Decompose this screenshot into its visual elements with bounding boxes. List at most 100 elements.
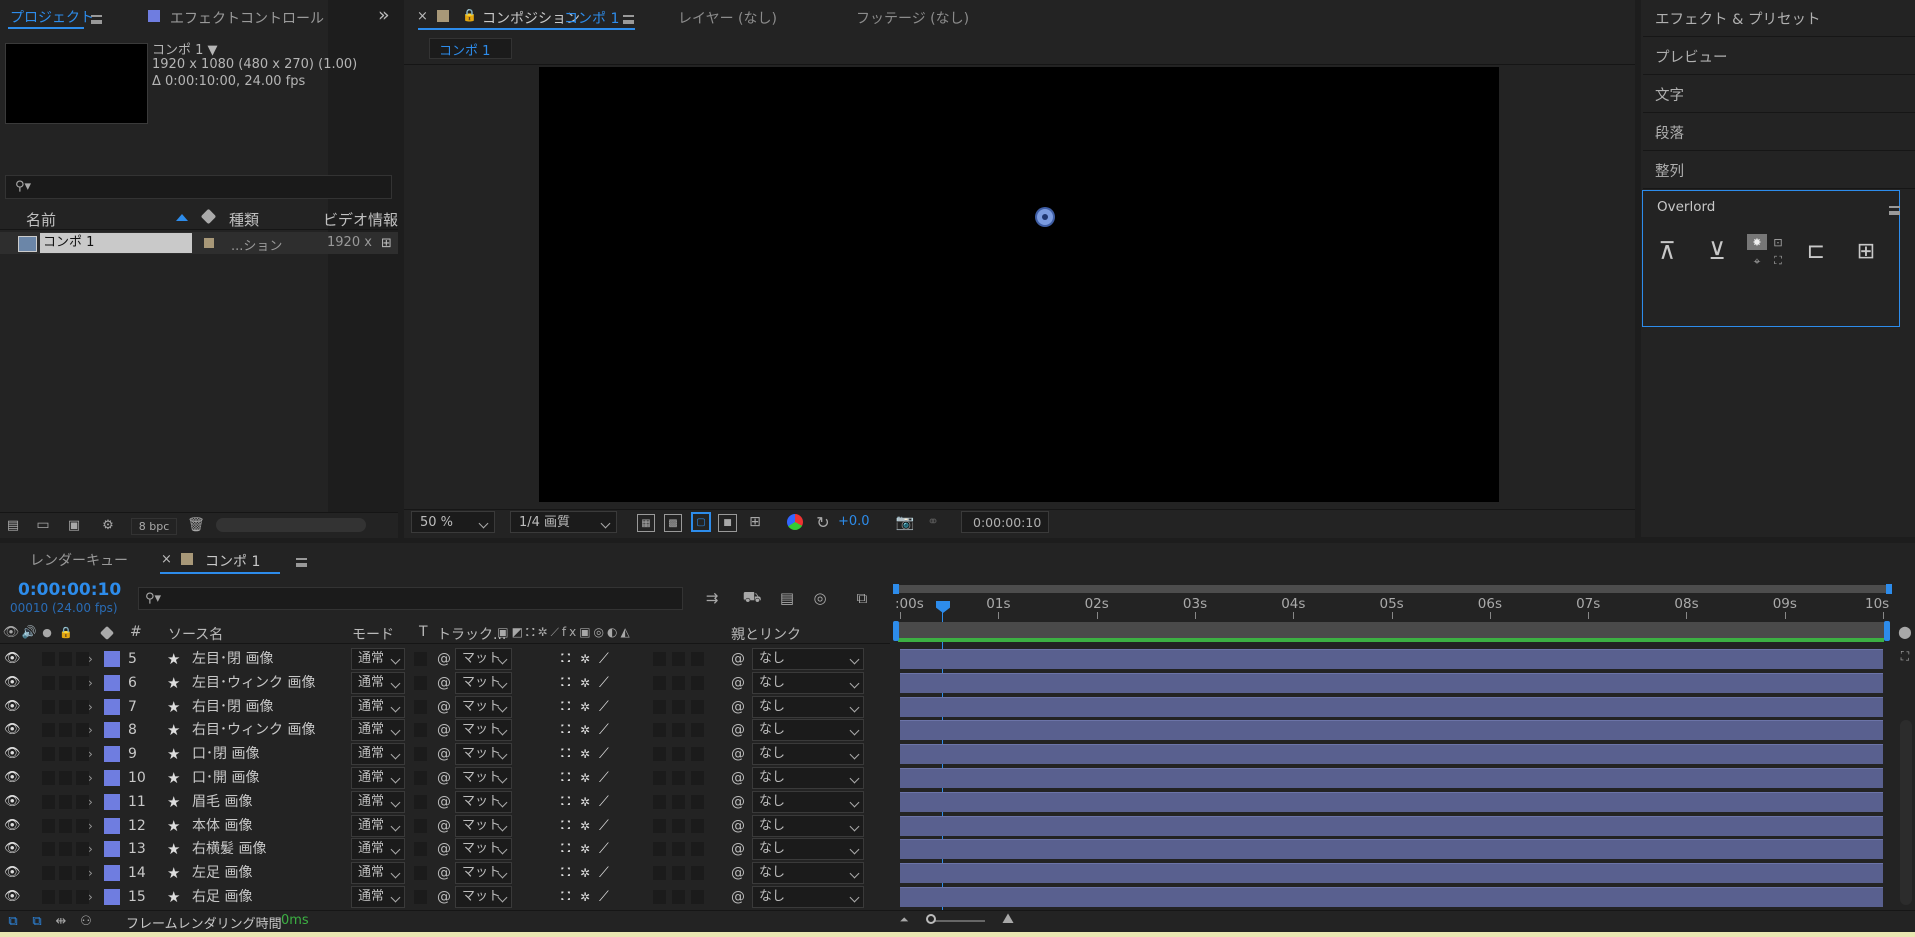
parent-pickwhip-icon[interactable]: @ [731, 766, 745, 790]
shy-switch-icon[interactable]: ⛚ [561, 885, 570, 909]
shy-switch-icon[interactable]: ⛚ [561, 790, 570, 814]
expand-chevron-icon[interactable]: › [88, 647, 93, 671]
interpret-footage-icon[interactable]: ▤ [3, 517, 23, 533]
track-matte-pickwhip-icon[interactable]: @ [437, 861, 451, 885]
timeline-menu-icon[interactable] [295, 558, 307, 567]
effect-switch[interactable] [653, 842, 666, 857]
timeline-zoom-thumb[interactable] [926, 914, 936, 924]
label-color-swatch[interactable] [104, 746, 120, 763]
effect-switch[interactable] [653, 747, 666, 762]
effect-switch[interactable] [653, 699, 666, 714]
work-area-start-handle[interactable] [893, 584, 899, 594]
expand-chevron-icon[interactable]: › [88, 671, 93, 695]
comp-marker-bin-icon[interactable]: ⬤ [1897, 624, 1913, 640]
adjustment-switch[interactable] [672, 818, 685, 833]
track-matte-dropdown[interactable]: マット [455, 743, 512, 766]
overlord-push-up-icon[interactable]: ⊼ [1651, 236, 1683, 266]
layer-name[interactable]: 眉毛 画像 [192, 790, 252, 814]
adjustment-switch[interactable] [672, 771, 685, 785]
shy-layers-icon[interactable]: ▤ [775, 588, 799, 608]
layer-duration-bar[interactable] [900, 649, 1883, 669]
toggle-render-time-icon[interactable]: ⚇ [76, 912, 96, 930]
work-area-end-handle[interactable] [1886, 584, 1892, 594]
blend-mode-dropdown[interactable]: 通常 [351, 886, 405, 908]
layer-name[interactable]: 左目･閉 画像 [192, 647, 273, 671]
expand-chevron-icon[interactable]: › [88, 885, 93, 909]
adjustment-switch[interactable] [672, 652, 685, 666]
track-matte-dropdown[interactable]: マット [455, 671, 512, 694]
draft-3d-icon[interactable]: ⛟ [740, 588, 764, 608]
timeline-tab-close[interactable]: × [161, 552, 172, 567]
layer-visibility-eye-icon[interactable]: 👁 [4, 742, 21, 766]
adjustment-switch[interactable] [672, 842, 685, 857]
align-item[interactable]: 整列 [1655, 160, 1684, 181]
shy-switch-icon[interactable]: ⛚ [561, 837, 570, 861]
preview-item[interactable]: プレビュー [1655, 46, 1728, 67]
blend-mode-dropdown[interactable]: 通常 [351, 838, 405, 861]
collapse-switch-icon[interactable]: ✲ [580, 861, 590, 885]
track-matte-dropdown[interactable]: マット [455, 838, 512, 861]
collapse-switch-icon[interactable]: ✲ [580, 790, 590, 814]
layer-visibility-eye-icon[interactable]: 👁 [4, 814, 21, 838]
quality-switch-icon[interactable]: ⟋ [599, 790, 609, 814]
layer-row[interactable]: 👁 › 5 ★ 左目･閉 画像 通常 @ マット ⛚ ✲ ⟋ @ なし [0, 647, 1915, 671]
blend-mode-dropdown[interactable]: 通常 [351, 862, 405, 885]
audio-toggle[interactable] [42, 890, 55, 904]
preserve-transparency-toggle[interactable] [414, 842, 427, 857]
label-color-swatch[interactable] [104, 722, 120, 739]
shy-switch-icon[interactable]: ⛚ [561, 814, 570, 838]
overlord-separate-icon[interactable]: ⊡ [1770, 234, 1786, 250]
track-matte-pickwhip-icon[interactable]: @ [437, 814, 451, 838]
layer-row[interactable]: 👁 › 14 ★ 左足 画像 通常 @ マット ⛚ ✲ ⟋ @ なし [0, 861, 1915, 885]
toggle-switches-icon[interactable]: ⧉ [4, 912, 22, 930]
source-name-header[interactable]: ソース名 [168, 624, 223, 644]
shy-switch-icon[interactable]: ⛚ [561, 718, 570, 742]
3d-switch[interactable] [691, 699, 704, 714]
col-video-info[interactable]: ビデオ情報 [323, 209, 398, 230]
track-matte-dropdown[interactable]: マット [455, 790, 512, 813]
motion-blur-icon[interactable]: ⧉ [850, 588, 874, 608]
layer-row[interactable]: 👁 › 9 ★ 口･閉 画像 通常 @ マット ⛚ ✲ ⟋ @ なし [0, 742, 1915, 766]
parent-pickwhip-icon[interactable]: @ [731, 814, 745, 838]
effect-switch[interactable] [653, 866, 666, 881]
3d-switch[interactable] [691, 771, 704, 785]
work-area-bar[interactable] [895, 585, 1890, 593]
track-matte-pickwhip-icon[interactable]: @ [437, 885, 451, 909]
layer-duration-bar[interactable] [900, 744, 1883, 765]
layer-row[interactable]: 👁 › 15 ★ 右足 画像 通常 @ マット ⛚ ✲ ⟋ @ なし [0, 885, 1915, 909]
parent-dropdown[interactable]: なし [752, 743, 864, 766]
3d-switch[interactable] [691, 890, 704, 904]
3d-switch[interactable] [691, 675, 704, 690]
label-color-swatch[interactable] [104, 865, 120, 882]
paragraph-item[interactable]: 段落 [1655, 122, 1684, 143]
layer-name[interactable]: 本体 画像 [192, 814, 252, 838]
layer-row[interactable]: 👁 › 12 ★ 本体 画像 通常 @ マット ⛚ ✲ ⟋ @ なし [0, 814, 1915, 838]
comp-tab-close[interactable]: × [417, 9, 428, 24]
label-color-swatch[interactable] [104, 817, 120, 834]
blend-mode-dropdown[interactable]: 通常 [351, 695, 405, 718]
overlord-shape-icon[interactable]: ⊏ [1800, 236, 1832, 266]
audio-toggle[interactable] [42, 723, 55, 738]
parent-pickwhip-icon[interactable]: @ [731, 718, 745, 742]
toggle-in-out-icon[interactable]: ⇹ [52, 912, 70, 930]
parent-pickwhip-icon[interactable]: @ [731, 671, 745, 695]
quality-switch-icon[interactable]: ⟋ [599, 837, 609, 861]
3d-switch[interactable] [691, 723, 704, 738]
bpc-button[interactable]: 8 bpc [131, 518, 177, 535]
track-matte-dropdown[interactable]: マット [455, 767, 512, 789]
blend-mode-dropdown[interactable]: 通常 [351, 671, 405, 694]
collapse-switch-icon[interactable]: ✲ [580, 837, 590, 861]
layer-name[interactable]: 口･閉 画像 [192, 742, 259, 766]
collapse-switch-icon[interactable]: ✲ [580, 718, 590, 742]
region-of-interest-icon[interactable]: ■ [718, 514, 737, 532]
expand-chevron-icon[interactable]: › [88, 718, 93, 742]
3d-switch[interactable] [691, 794, 704, 809]
layer-visibility-eye-icon[interactable]: 👁 [4, 837, 21, 861]
layer-row[interactable]: 👁 › 7 ★ 右目･閉 画像 通常 @ マット ⛚ ✲ ⟋ @ なし [0, 695, 1915, 719]
3d-switch[interactable] [691, 842, 704, 857]
zoom-dropdown[interactable]: 50 % [411, 511, 495, 533]
shy-switch-icon[interactable]: ⛚ [561, 766, 570, 790]
layer-visibility-eye-icon[interactable]: 👁 [4, 647, 21, 671]
layer-name[interactable]: 右足 画像 [192, 885, 252, 909]
solo-toggle[interactable] [59, 699, 72, 714]
